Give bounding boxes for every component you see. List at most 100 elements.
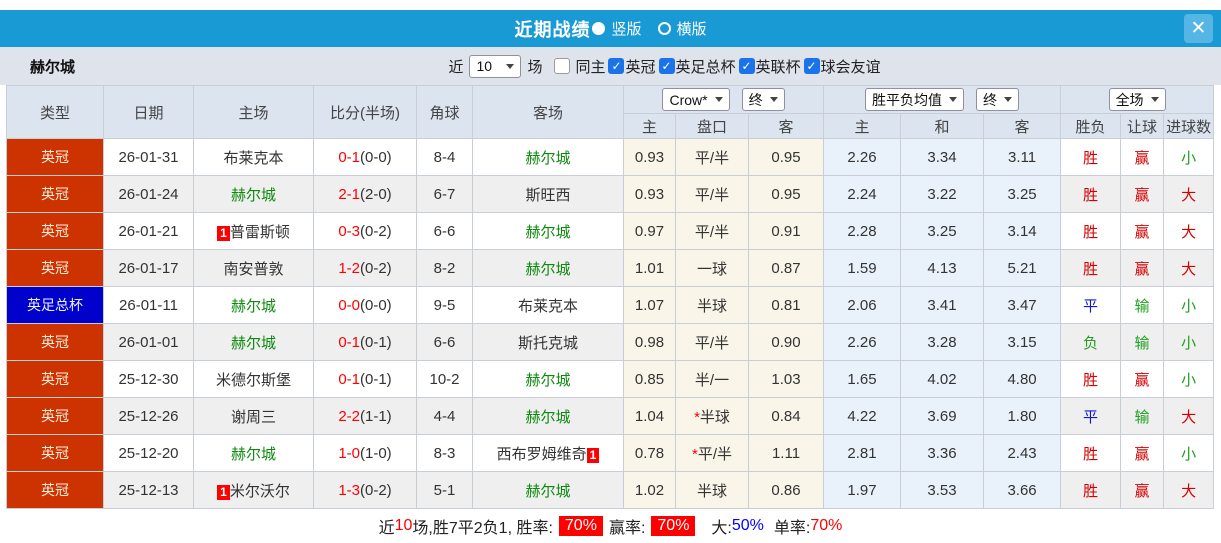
- league-checkbox-0[interactable]: ✓: [608, 58, 624, 74]
- result-cell: 胜: [1061, 213, 1121, 250]
- goals-cell: 大: [1164, 176, 1214, 213]
- score-cell: 1-0(1-0): [314, 435, 417, 472]
- bookmaker-period-value: 终: [749, 90, 763, 110]
- avg-draw-cell: 3.28: [901, 324, 984, 361]
- away-team-name[interactable]: 西布罗姆维奇: [497, 446, 587, 463]
- league-cell: 英冠: [7, 176, 104, 213]
- fulltime-score: 1-2: [338, 260, 360, 277]
- league-filter-label-2: 英联杯: [756, 56, 801, 77]
- handicap-cell: *平/半: [676, 435, 749, 472]
- score-cell: 1-3(0-2): [314, 472, 417, 509]
- avg-home-cell: 2.06: [824, 287, 901, 324]
- home-team-cell: 1米尔沃尔: [194, 472, 314, 509]
- home-team-name[interactable]: 南安普敦: [223, 261, 283, 278]
- away-team-name[interactable]: 赫尔城: [525, 150, 570, 167]
- away-team-cell: 西布罗姆维奇1: [473, 435, 624, 472]
- handicap-value: 平/半: [695, 224, 729, 241]
- average-period-select[interactable]: 终: [976, 88, 1019, 111]
- match-count-select[interactable]: 10: [469, 55, 521, 78]
- avg-draw-cell: 3.25: [901, 213, 984, 250]
- col-header-corner: 角球: [417, 86, 473, 139]
- home-team-name[interactable]: 谢周三: [231, 409, 276, 426]
- table-row: 英冠 26-01-21 1普雷斯顿 0-3(0-2) 6-6 赫尔城 0.97 …: [7, 213, 1214, 250]
- score-cell: 0-0(0-0): [314, 287, 417, 324]
- halftime-score: (0-0): [360, 297, 392, 314]
- handicap-value: 半/一: [695, 372, 729, 389]
- score-cell: 0-1(0-1): [314, 324, 417, 361]
- home-team-name[interactable]: 米尔沃尔: [230, 483, 290, 500]
- home-team-name[interactable]: 赫尔城: [231, 446, 276, 463]
- avg-home-cell: 2.24: [824, 176, 901, 213]
- radio-selected-icon[interactable]: [592, 22, 605, 35]
- odds-home-cell: 1.04: [624, 398, 676, 435]
- summary-count: 10: [395, 517, 413, 535]
- away-team-cell: 斯托克城: [473, 324, 624, 361]
- col-header-avg-draw: 和: [901, 114, 984, 139]
- close-button[interactable]: ✕: [1184, 14, 1213, 43]
- average-select[interactable]: 胜平负均值: [865, 88, 964, 111]
- home-team-name[interactable]: 赫尔城: [231, 335, 276, 352]
- home-team-cell: 赫尔城: [194, 176, 314, 213]
- league-checkbox-2[interactable]: ✓: [739, 58, 755, 74]
- odds-home-cell: 1.01: [624, 250, 676, 287]
- away-team-name[interactable]: 赫尔城: [525, 261, 570, 278]
- bookmaker-select-value: Crow*: [669, 92, 707, 108]
- odds-home-cell: 0.78: [624, 435, 676, 472]
- avg-away-cell: 3.66: [984, 472, 1061, 509]
- table-row: 英冠 25-12-26 谢周三 2-2(1-1) 4-4 赫尔城 1.04 *半…: [7, 398, 1214, 435]
- filter-bar: 赫尔城 近 10 场 同主 ✓ 英冠 ✓ 英足总杯 ✓ 英联杯 ✓ 球会友谊: [0, 47, 1221, 85]
- avg-draw-cell: 3.34: [901, 139, 984, 176]
- bookmaker-period-select[interactable]: 终: [742, 88, 785, 111]
- date-cell: 26-01-17: [104, 250, 194, 287]
- league-checkbox-1[interactable]: ✓: [659, 58, 675, 74]
- away-team-name[interactable]: 斯托克城: [518, 335, 578, 352]
- halftime-score: (0-2): [360, 260, 392, 277]
- col-header-avg-home: 主: [824, 114, 901, 139]
- goals-cell: 小: [1164, 139, 1214, 176]
- odds-away-cell: 0.84: [749, 398, 824, 435]
- scope-select[interactable]: 全场: [1109, 88, 1166, 111]
- handicap-value: 半球: [697, 483, 727, 500]
- home-team-name[interactable]: 普雷斯顿: [230, 224, 290, 241]
- league-checkbox-3[interactable]: ✓: [804, 58, 820, 74]
- radio-unselected-icon[interactable]: [658, 22, 671, 35]
- halftime-score: (2-0): [360, 186, 392, 203]
- home-team-name[interactable]: 赫尔城: [231, 187, 276, 204]
- halftime-score: (0-1): [360, 371, 392, 388]
- odds-away-cell: 0.95: [749, 139, 824, 176]
- home-team-name[interactable]: 赫尔城: [231, 298, 276, 315]
- home-team-name[interactable]: 米德尔斯堡: [216, 372, 291, 389]
- check-icon: ✓: [741, 59, 751, 73]
- bookmaker-select[interactable]: Crow*: [662, 88, 729, 111]
- rank-badge: 1: [217, 226, 230, 241]
- odds-away-cell: 0.95: [749, 176, 824, 213]
- same-home-label: 同主: [575, 56, 605, 77]
- col-header-handicap-result: 让球: [1121, 114, 1164, 139]
- goals-cell: 大: [1164, 472, 1214, 509]
- horizontal-layout-label[interactable]: 横版: [677, 18, 707, 39]
- check-icon: ✓: [661, 59, 671, 73]
- check-icon: ✓: [611, 59, 621, 73]
- avg-home-cell: 2.81: [824, 435, 901, 472]
- away-team-name[interactable]: 赫尔城: [525, 483, 570, 500]
- away-team-name[interactable]: 斯旺西: [525, 187, 570, 204]
- away-team-name[interactable]: 赫尔城: [525, 409, 570, 426]
- away-team-name[interactable]: 赫尔城: [525, 224, 570, 241]
- halftime-score: (0-0): [360, 149, 392, 166]
- handicap-cell: 半球: [676, 287, 749, 324]
- league-cell: 英冠: [7, 250, 104, 287]
- layout-option-horizontal[interactable]: 横版: [642, 18, 707, 39]
- corner-cell: 6-6: [417, 213, 473, 250]
- away-team-name[interactable]: 赫尔城: [525, 372, 570, 389]
- home-team-name[interactable]: 布莱克本: [223, 150, 283, 167]
- halftime-score: (0-2): [360, 482, 392, 499]
- away-team-name[interactable]: 布莱克本: [518, 298, 578, 315]
- handicap-result-cell: 输: [1121, 324, 1164, 361]
- same-home-checkbox[interactable]: [554, 58, 570, 74]
- layout-option-vertical[interactable]: 竖版: [590, 18, 641, 39]
- check-icon: ✓: [807, 59, 817, 73]
- table-row: 英足总杯 26-01-11 赫尔城 0-0(0-0) 9-5 布莱克本 1.07…: [7, 287, 1214, 324]
- home-team-cell: 南安普敦: [194, 250, 314, 287]
- score-cell: 0-1(0-0): [314, 139, 417, 176]
- vertical-layout-label[interactable]: 竖版: [611, 18, 641, 39]
